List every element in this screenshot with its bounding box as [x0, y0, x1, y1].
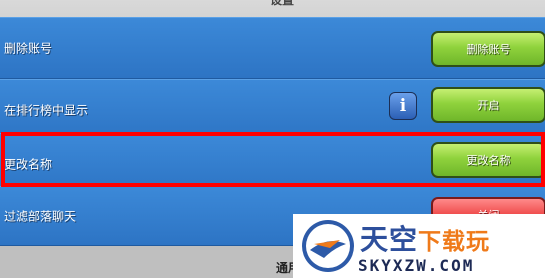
sky-logo-icon: [302, 220, 354, 272]
setting-label-leaderboard: 在排行榜中显示: [4, 103, 89, 118]
change-name-highlight-box: [1, 132, 545, 187]
leaderboard-toggle-button[interactable]: 开启: [431, 87, 545, 123]
info-icon[interactable]: i: [389, 92, 417, 120]
settings-title: 设置: [270, 0, 295, 7]
watermark-accent-text: 下载玩: [418, 229, 491, 255]
setting-label-filter-clan-chat: 过滤部落聊天: [4, 209, 77, 224]
settings-title-partial: 设置: [0, 0, 545, 8]
watermark-main-text: 天空: [360, 223, 419, 256]
delete-account-button[interactable]: 删除账号: [431, 31, 545, 67]
watermark-title: 天空下载玩: [360, 218, 490, 258]
setting-label-delete-account: 删除账号: [4, 41, 53, 56]
watermark-domain: SKYXZW.COM: [358, 256, 475, 275]
